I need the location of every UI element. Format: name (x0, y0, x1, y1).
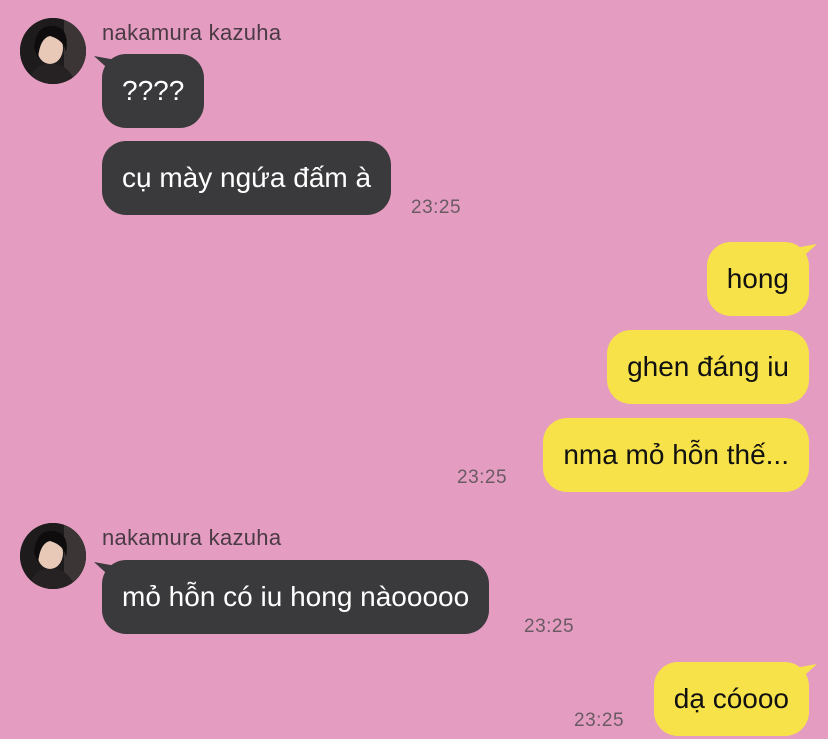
chat-conversation: nakamura kazuha ???? cụ mày ngứa đấm à 2… (0, 0, 828, 739)
message-timestamp: 23:25 (411, 197, 462, 218)
message-text: ???? (122, 75, 185, 106)
message-text: hong (726, 263, 789, 294)
message-text: nma mỏ hỗn thế... (563, 439, 789, 470)
message-text: mỏ hỗn có iu hong nàooooo (122, 581, 470, 612)
message-bubble[interactable]: ???? (102, 54, 205, 128)
message-bubble[interactable]: dạ cóooo (653, 662, 809, 736)
sender-name: nakamura kazuha (102, 20, 282, 45)
message-timestamp: 23:25 (574, 710, 625, 731)
message-bubble[interactable]: nma mỏ hỗn thế... (543, 418, 809, 492)
message-bubble[interactable]: hong (706, 242, 809, 316)
message-text: ghen đáng iu (627, 351, 789, 382)
message-bubble[interactable]: mỏ hỗn có iu hong nàooooo (102, 560, 490, 634)
message-timestamp: 23:25 (457, 467, 508, 488)
message-bubble[interactable]: cụ mày ngứa đấm à (102, 141, 392, 215)
message-timestamp: 23:25 (524, 616, 575, 637)
sender-name: nakamura kazuha (102, 525, 282, 550)
message-text: cụ mày ngứa đấm à (122, 162, 372, 193)
contact-avatar[interactable] (20, 523, 86, 589)
message-bubble[interactable]: ghen đáng iu (607, 330, 809, 404)
message-text: dạ cóooo (673, 683, 789, 714)
contact-avatar[interactable] (20, 18, 86, 84)
